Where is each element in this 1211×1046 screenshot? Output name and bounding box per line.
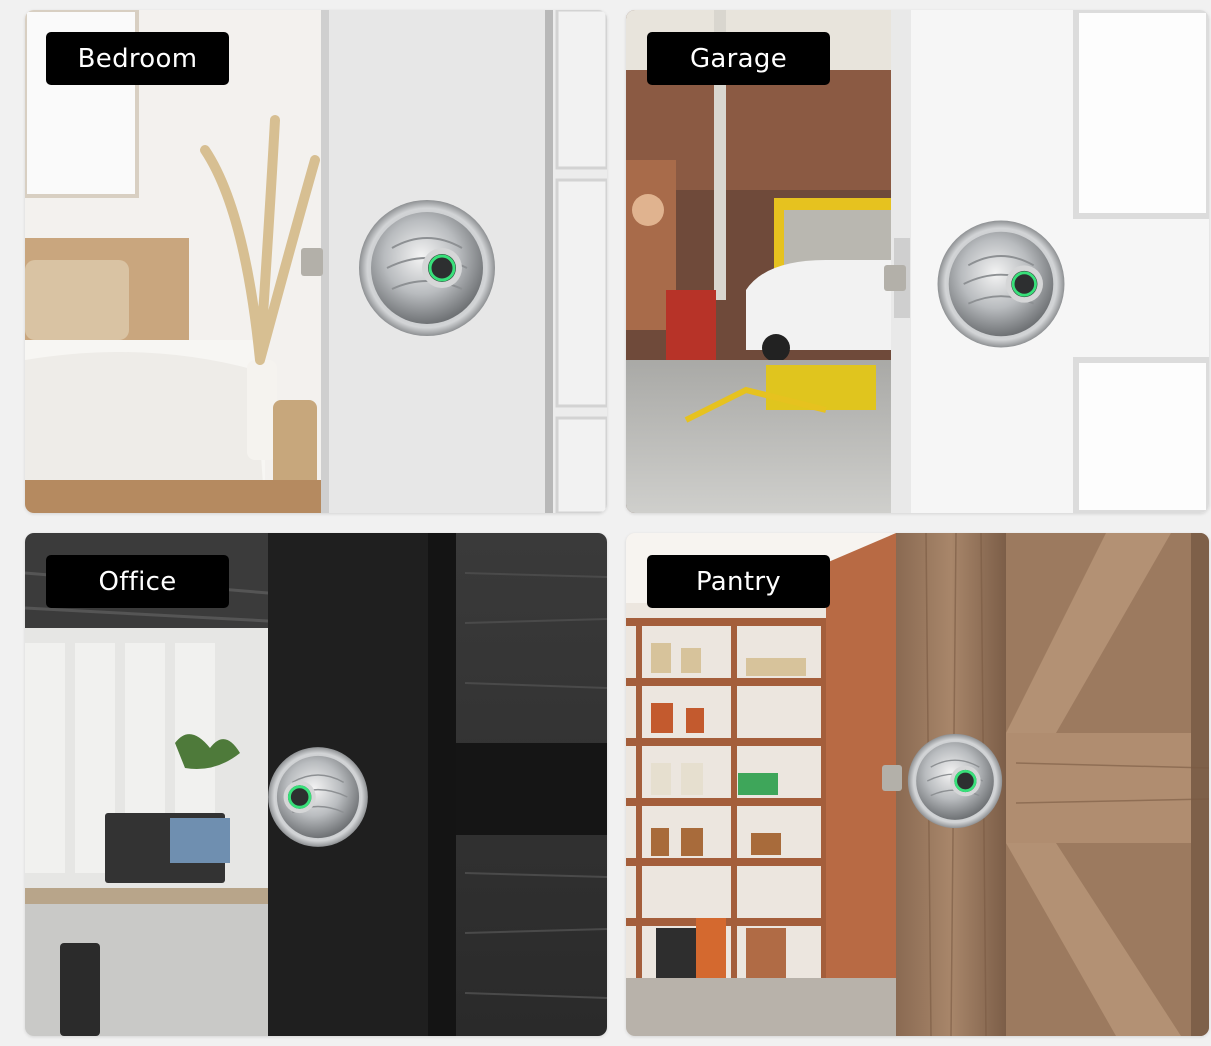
office-panel: Office — [25, 533, 607, 1036]
bedroom-panel: Bedroom — [25, 10, 607, 513]
pantry-panel: Pantry — [626, 533, 1209, 1036]
fingerprint-door-knob-icon — [359, 200, 495, 336]
panel-label-pantry: Pantry — [647, 555, 830, 608]
panel-label-bedroom: Bedroom — [46, 32, 229, 85]
fingerprint-door-knob-icon — [937, 220, 1065, 348]
garage-scene — [626, 10, 1209, 513]
fingerprint-door-knob-icon — [907, 733, 1003, 829]
panel-label-office: Office — [46, 555, 229, 608]
bedroom-scene — [25, 10, 607, 513]
garage-panel: Garage — [626, 10, 1209, 513]
fingerprint-door-knob-icon — [268, 747, 368, 847]
panel-label-garage: Garage — [647, 32, 830, 85]
